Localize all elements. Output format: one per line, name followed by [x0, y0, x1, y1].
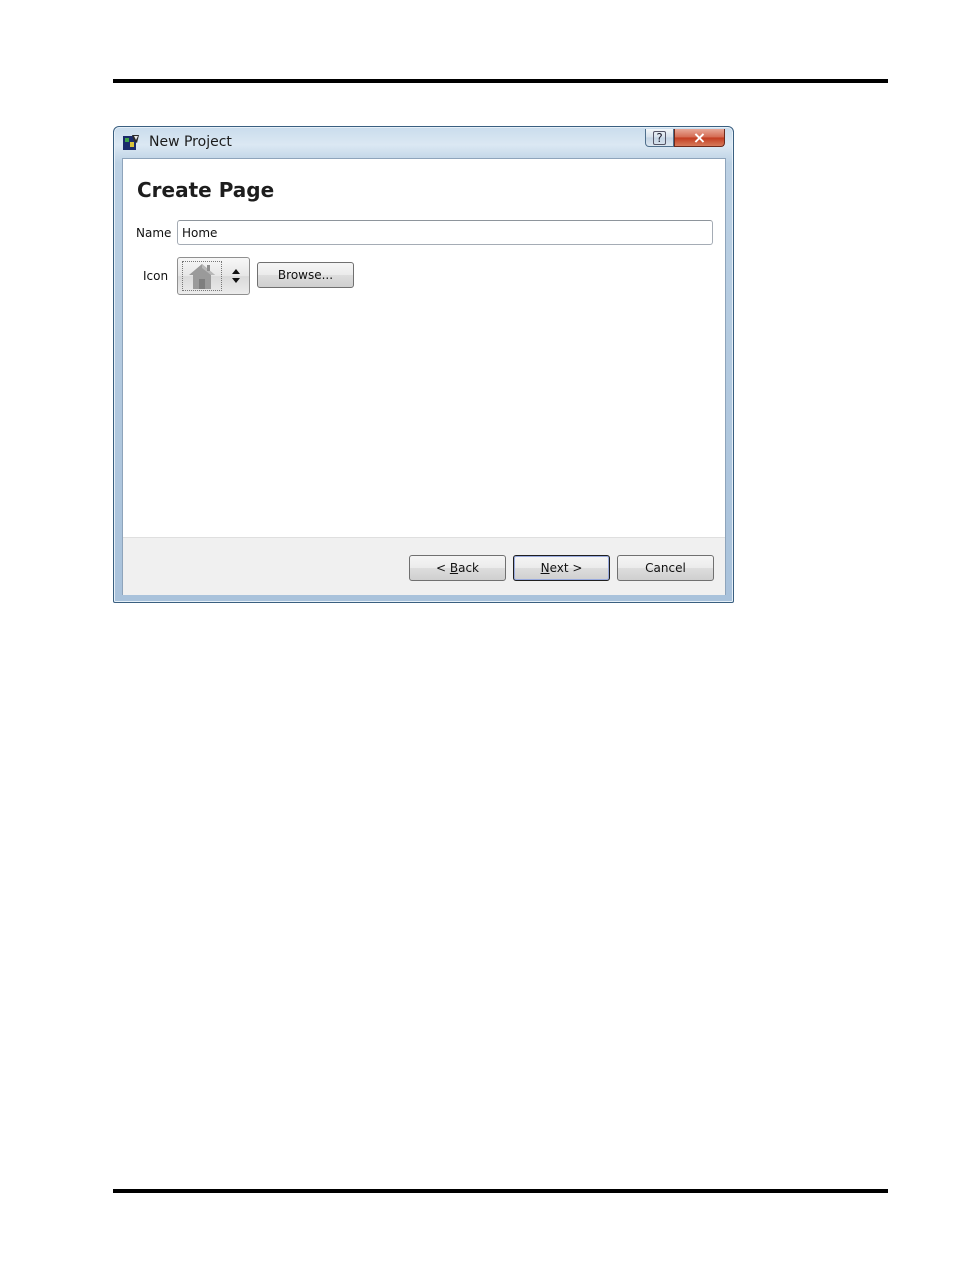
page-bottom-rule: [113, 1189, 888, 1193]
home-icon: [189, 264, 215, 289]
project-app-icon: [123, 135, 139, 150]
back-label-prefix: <: [435, 561, 450, 575]
back-button[interactable]: < Back: [409, 555, 506, 581]
back-mnemonic: B: [449, 561, 459, 575]
cancel-button[interactable]: Cancel: [617, 555, 714, 581]
close-icon: ×: [692, 127, 707, 147]
wizard-footer: < Back Next > Cancel: [123, 537, 725, 595]
help-button[interactable]: ?: [645, 129, 674, 147]
help-icon: ?: [653, 130, 666, 145]
name-label: Name: [136, 226, 172, 240]
next-label-suffix: ext >: [549, 561, 583, 575]
close-button[interactable]: ×: [674, 129, 725, 147]
name-input[interactable]: [177, 220, 713, 245]
window-title: New Project: [149, 134, 232, 150]
icon-preview: [182, 261, 222, 291]
page-top-rule: [113, 79, 888, 83]
icon-selector[interactable]: [177, 257, 250, 295]
next-mnemonic: N: [540, 561, 550, 575]
icon-label: Icon: [143, 269, 169, 283]
new-project-dialog: New Project ? × Create Page Name Icon: [113, 126, 734, 603]
wizard-page: Create Page Name Icon Browse... < Back: [122, 158, 726, 595]
back-label-suffix: ack: [458, 561, 479, 575]
title-bar[interactable]: New Project ? ×: [114, 127, 733, 159]
next-button[interactable]: Next >: [513, 555, 610, 581]
page-title: Create Page: [137, 178, 275, 202]
browse-button[interactable]: Browse...: [257, 262, 354, 288]
spin-arrows-icon[interactable]: [230, 266, 242, 286]
